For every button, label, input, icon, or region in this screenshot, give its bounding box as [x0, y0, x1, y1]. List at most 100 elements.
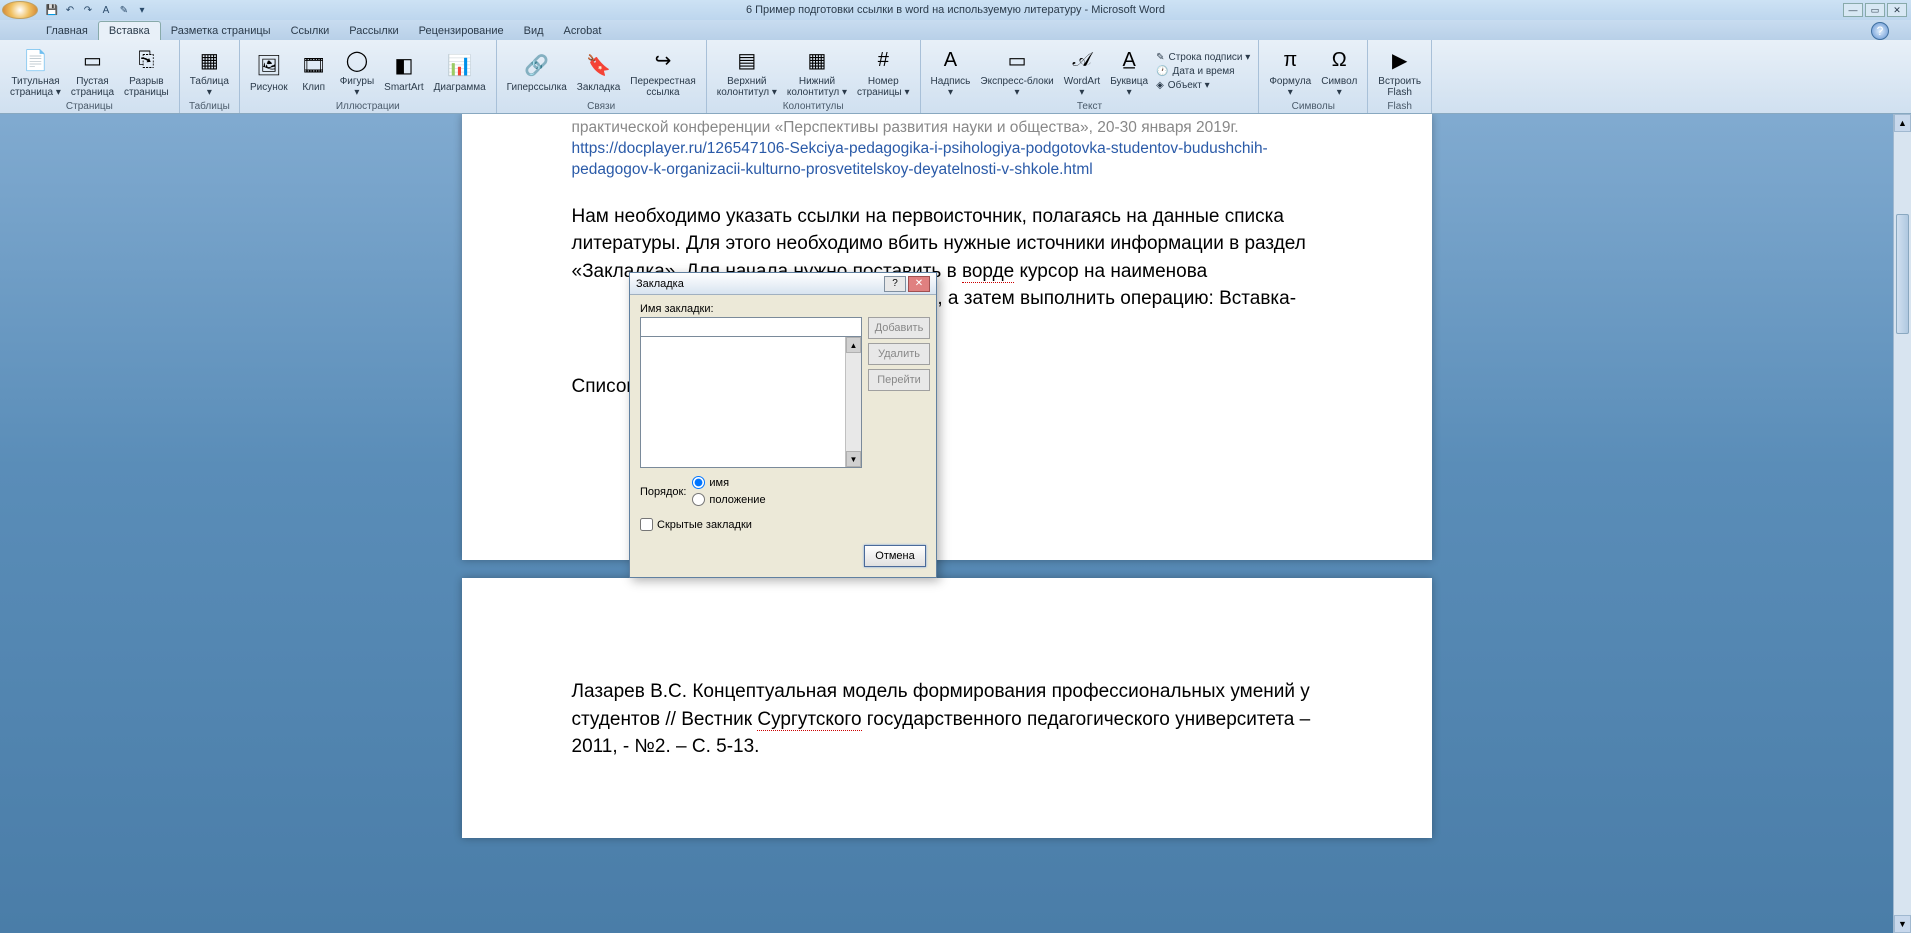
table-button[interactable]: ▦Таблица▾	[186, 42, 233, 100]
dropcap-button[interactable]: A̲Буквица▾	[1106, 42, 1152, 100]
bookmark-icon: 🔖	[583, 50, 615, 82]
redo-icon[interactable]: ↷	[80, 2, 96, 18]
window-controls: — ▭ ✕	[1843, 3, 1907, 17]
bookmark-list[interactable]: ▲ ▼	[640, 336, 862, 468]
clip-label: Клип	[302, 82, 325, 93]
shapes-button[interactable]: ◯Фигуры▾	[336, 42, 378, 100]
clip-button[interactable]: 🎞Клип	[294, 42, 334, 100]
list-scroll-down[interactable]: ▼	[846, 451, 861, 467]
scroll-down-button[interactable]: ▼	[1894, 915, 1911, 933]
doc-reference: Лазарев В.С. Концептуальная модель форми…	[572, 678, 1322, 761]
dialog-titlebar[interactable]: Закладка ? ✕	[630, 273, 936, 295]
quick-access-toolbar: 💾 ↶ ↷ A ✎ ▾	[44, 2, 150, 18]
save-icon[interactable]: 💾	[44, 2, 60, 18]
scroll-up-button[interactable]: ▲	[1894, 114, 1911, 132]
doc-link: https://docplayer.ru/126547106-Sekciya-p…	[572, 139, 1322, 181]
equation-icon: π	[1274, 44, 1306, 76]
symbol-button[interactable]: ΩСимвол▾	[1317, 42, 1361, 100]
hyperlink-icon: 🔗	[521, 50, 553, 82]
title-bar: 💾 ↶ ↷ A ✎ ▾ 6 Пример подготовки ссылки в…	[0, 0, 1911, 20]
tab-references[interactable]: Ссылки	[281, 22, 340, 40]
tab-mailings[interactable]: Рассылки	[339, 22, 408, 40]
object-icon: ◈	[1156, 80, 1164, 91]
blank-page-label: Пустаястраница	[71, 76, 114, 98]
chart-label: Диаграмма	[434, 82, 486, 93]
object-button[interactable]: ◈Объект ▾	[1154, 79, 1252, 92]
quickparts-button[interactable]: ▭Экспресс-блоки▾	[976, 42, 1057, 100]
tab-view[interactable]: Вид	[514, 22, 554, 40]
undo-icon[interactable]: ↶	[62, 2, 78, 18]
bookmark-name-input[interactable]	[640, 317, 862, 337]
footer-button[interactable]: ▦Нижнийколонтитул ▾	[783, 42, 851, 100]
table-label: Таблица▾	[190, 76, 229, 98]
dialog-help-button[interactable]: ?	[884, 276, 906, 292]
header-button[interactable]: ▤Верхнийколонтитул ▾	[713, 42, 781, 100]
qat-dropdown-icon[interactable]: ▾	[134, 2, 150, 18]
crossref-button[interactable]: ↪Перекрестнаяссылка	[626, 42, 699, 100]
signature-line-button[interactable]: ✎Строка подписи ▾	[1154, 51, 1252, 64]
wordart-icon: 𝒜	[1066, 44, 1098, 76]
bookmark-name-label: Имя закладки:	[640, 303, 926, 315]
blank-page-button[interactable]: ▭Пустаястраница	[67, 42, 118, 100]
tab-insert[interactable]: Вставка	[98, 21, 161, 40]
goto-button[interactable]: Перейти	[868, 369, 930, 391]
chart-button[interactable]: 📊Диаграмма	[430, 42, 490, 100]
tab-page-layout[interactable]: Разметка страницы	[161, 22, 281, 40]
embed-flash-button[interactable]: ▶ВстроитьFlash	[1374, 42, 1425, 100]
page-number-label: Номерстраницы ▾	[857, 76, 910, 98]
cancel-button[interactable]: Отмена	[864, 545, 926, 567]
group-label: Символы	[1292, 100, 1335, 113]
tab-acrobat[interactable]: Acrobat	[554, 22, 612, 40]
sort-name-radio[interactable]: имя	[692, 476, 765, 489]
format-icon[interactable]: A	[98, 2, 114, 18]
dialog-close-button[interactable]: ✕	[908, 276, 930, 292]
clip-icon: 🎞	[298, 50, 330, 82]
crossref-label: Перекрестнаяссылка	[630, 76, 695, 98]
group-label: Связи	[587, 100, 615, 113]
eraser-icon[interactable]: ✎	[116, 2, 132, 18]
cover-page-icon: 📄	[19, 44, 51, 76]
page-break-button[interactable]: ⎘Разрывстраницы	[120, 42, 173, 100]
office-button[interactable]	[2, 1, 38, 19]
picture-button[interactable]: 🖼Рисунок	[246, 42, 292, 100]
bookmark-button[interactable]: 🔖Закладка	[573, 42, 624, 100]
document-area: практической конференции «Перспективы ра…	[0, 114, 1893, 933]
sort-position-radio[interactable]: положение	[692, 493, 765, 506]
date-time-button[interactable]: 🕐 Дата и время	[1154, 65, 1252, 78]
page-number-button[interactable]: #Номерстраницы ▾	[853, 42, 914, 100]
tab-home[interactable]: Главная	[36, 22, 98, 40]
smartart-button[interactable]: ◧SmartArt	[380, 42, 427, 100]
list-scroll-up[interactable]: ▲	[846, 337, 861, 353]
dialog-title: Закладка	[636, 278, 882, 290]
vertical-scrollbar[interactable]: ▲ ▼	[1893, 114, 1911, 933]
ribbon-group: ▤Верхнийколонтитул ▾▦Нижнийколонтитул ▾#…	[707, 40, 921, 113]
dropcap-icon: A̲	[1113, 44, 1145, 76]
delete-button[interactable]: Удалить	[868, 343, 930, 365]
bookmark-dialog: Закладка ? ✕ Имя закладки: ▲ ▼ Добавить …	[629, 272, 937, 578]
page-1: практической конференции «Перспективы ра…	[462, 114, 1432, 560]
minimize-button[interactable]: —	[1843, 3, 1863, 17]
help-icon[interactable]: ?	[1871, 22, 1889, 40]
wordart-button[interactable]: 𝒜WordArt▾	[1060, 42, 1105, 100]
add-button[interactable]: Добавить	[868, 317, 930, 339]
tab-review[interactable]: Рецензирование	[409, 22, 514, 40]
date-time-label: Дата и время	[1173, 66, 1235, 77]
scroll-thumb[interactable]	[1896, 214, 1909, 334]
date-time-icon: 🕐	[1156, 66, 1168, 77]
ribbon-group: 📄Титульнаястраница ▾▭Пустаястраница⎘Разр…	[0, 40, 180, 113]
ribbon: 📄Титульнаястраница ▾▭Пустаястраница⎘Разр…	[0, 40, 1911, 114]
maximize-button[interactable]: ▭	[1865, 3, 1885, 17]
picture-label: Рисунок	[250, 82, 288, 93]
page-number-icon: #	[867, 44, 899, 76]
doc-text: практической конференции «Перспективы ра…	[572, 118, 1322, 139]
symbol-label: Символ▾	[1321, 76, 1357, 98]
close-button[interactable]: ✕	[1887, 3, 1907, 17]
ribbon-group: ▶ВстроитьFlashFlash	[1368, 40, 1432, 113]
textbox-button[interactable]: AНадпись▾	[927, 42, 975, 100]
equation-button[interactable]: πФормула▾	[1265, 42, 1315, 100]
smartart-label: SmartArt	[384, 82, 423, 93]
hyperlink-button[interactable]: 🔗Гиперссылка	[503, 42, 571, 100]
hidden-bookmarks-checkbox[interactable]	[640, 518, 653, 531]
cover-page-button[interactable]: 📄Титульнаястраница ▾	[6, 42, 65, 100]
hyperlink-label: Гиперссылка	[507, 82, 567, 93]
